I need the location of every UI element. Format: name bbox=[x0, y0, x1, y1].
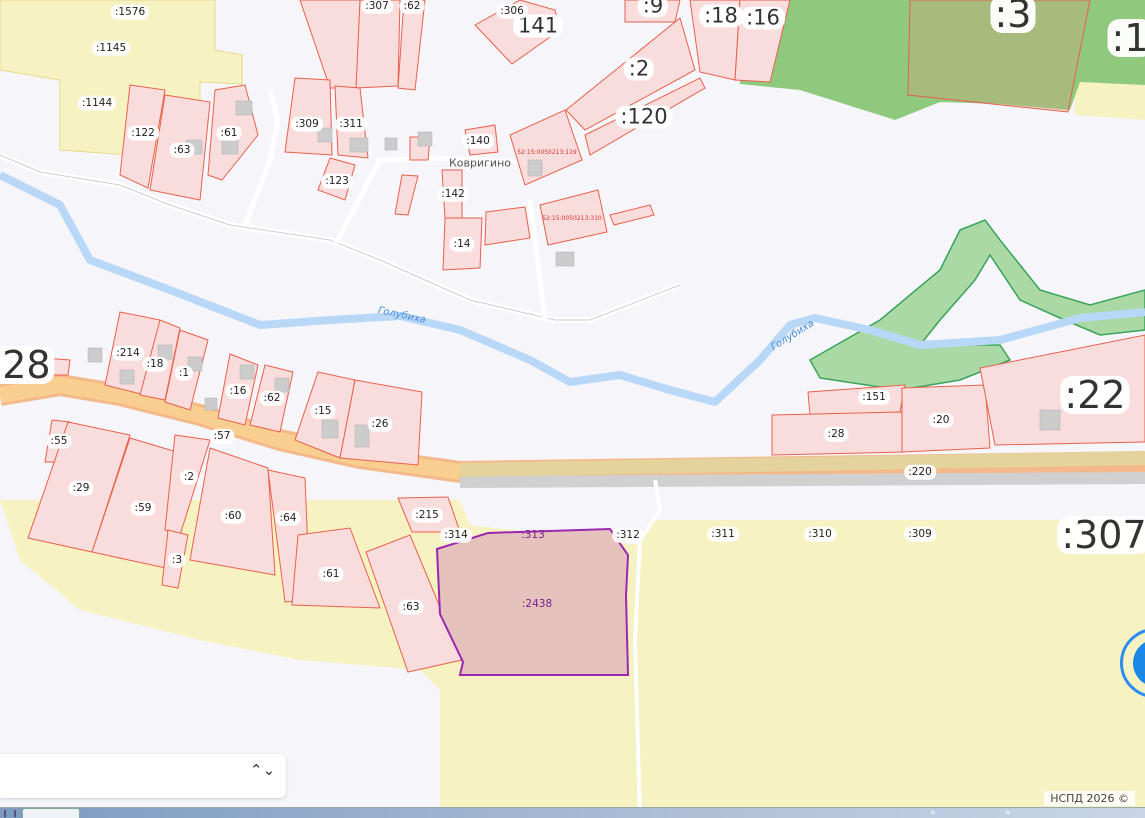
taskbar: » » bbox=[0, 807, 1145, 818]
parcel-label: :1 bbox=[174, 365, 194, 381]
parcel-label: :61 bbox=[318, 566, 344, 582]
parcel-label: :307 bbox=[361, 0, 393, 14]
parcel-label: :220 bbox=[904, 464, 936, 480]
parcel-label: :310 bbox=[804, 526, 836, 542]
parcel-label: :140 bbox=[462, 133, 494, 149]
parcel-label: :63 bbox=[398, 599, 424, 615]
parcel bbox=[394, 174, 419, 216]
parcel-label: :3 bbox=[990, 0, 1036, 33]
parcel-label: :18 bbox=[142, 356, 168, 372]
parcel bbox=[484, 206, 531, 246]
parcel-label: :123 bbox=[321, 173, 353, 189]
parcel bbox=[609, 204, 655, 226]
parcel-label: :1144 bbox=[77, 95, 117, 111]
expand-collapse-icon[interactable]: ⌃⌄ bbox=[250, 763, 275, 787]
search-panel[interactable]: ⌃⌄ bbox=[0, 754, 286, 798]
parcel-label: :312 bbox=[612, 527, 644, 543]
parcel-label: :122 bbox=[127, 125, 159, 141]
parcel-label: :20 bbox=[928, 412, 954, 428]
parcel-label: :151 bbox=[858, 389, 890, 405]
parcel-label: :120 bbox=[615, 105, 673, 129]
parcel-label: :214 bbox=[112, 345, 144, 361]
parcel-label: :28 bbox=[0, 346, 55, 384]
parcel-label: :9 bbox=[637, 0, 669, 18]
road-paved bbox=[459, 472, 1145, 488]
place-label-koverigino: Ковригино bbox=[448, 156, 512, 170]
parcel-label: :1145 bbox=[91, 40, 131, 56]
parcel-label: :307 bbox=[1057, 516, 1145, 554]
cadastral-map[interactable] bbox=[0, 0, 1145, 818]
parcel-label: :309 bbox=[291, 116, 323, 132]
parcel-label: :55 bbox=[46, 433, 72, 449]
parcel-label: :3 bbox=[167, 552, 187, 568]
parcel bbox=[397, 0, 426, 91]
parcel-label: :313 bbox=[521, 528, 545, 541]
parcel-label: :2 bbox=[179, 469, 199, 485]
parcel-label: :2 bbox=[623, 57, 655, 81]
parcel-label: :59 bbox=[130, 500, 156, 516]
parcel-label: :64 bbox=[275, 510, 301, 526]
parcel-label: :29 bbox=[68, 480, 94, 496]
cadastral-number: 52:15:0050213:119 bbox=[517, 149, 577, 156]
grip-icon bbox=[4, 810, 16, 817]
parcel-label: :309 bbox=[904, 526, 936, 542]
parcel-label: :62 bbox=[259, 390, 285, 406]
parcel bbox=[299, 0, 361, 89]
parcel-label: :28 bbox=[823, 426, 849, 442]
chevron-right-icon[interactable]: » bbox=[930, 809, 936, 818]
parcel-label: :215 bbox=[411, 507, 443, 523]
parcel-label: :61 bbox=[216, 125, 242, 141]
chevron-right-icon[interactable]: » bbox=[1005, 809, 1011, 818]
parcel bbox=[807, 384, 906, 416]
parcel-label: :62 bbox=[399, 0, 425, 14]
parcel-label: :1 bbox=[1107, 19, 1145, 57]
parcel-label: :60 bbox=[220, 508, 246, 524]
parcel-label: :311 bbox=[707, 526, 739, 542]
parcel-label: :306 bbox=[496, 3, 528, 19]
parcel-label: :14 bbox=[449, 236, 475, 252]
parcel-label: :314 bbox=[440, 527, 472, 543]
parcel-label: :142 bbox=[437, 186, 469, 202]
parcel bbox=[509, 109, 583, 186]
parcel-label: :22 bbox=[1060, 376, 1130, 414]
parcel-label: :63 bbox=[169, 142, 195, 158]
parcel-label: :1576 bbox=[110, 4, 150, 20]
parcel-label: :57 bbox=[209, 428, 235, 444]
parcel-label: :15 bbox=[310, 403, 336, 419]
parcel-label: :16 bbox=[225, 383, 251, 399]
copyright-notice: НСПД 2026 © bbox=[1044, 791, 1135, 806]
parcel-label: :311 bbox=[335, 116, 367, 132]
cadastral-number: 52:15:0050213:310 bbox=[542, 215, 602, 222]
locate-icon bbox=[1133, 639, 1145, 687]
parcel-label: :18 bbox=[699, 4, 743, 28]
parcel-label: :16 bbox=[741, 6, 785, 30]
selected-parcel-label: :2438 bbox=[521, 597, 553, 610]
parcel-label: :26 bbox=[367, 416, 393, 432]
taskbar-button[interactable] bbox=[22, 808, 80, 818]
